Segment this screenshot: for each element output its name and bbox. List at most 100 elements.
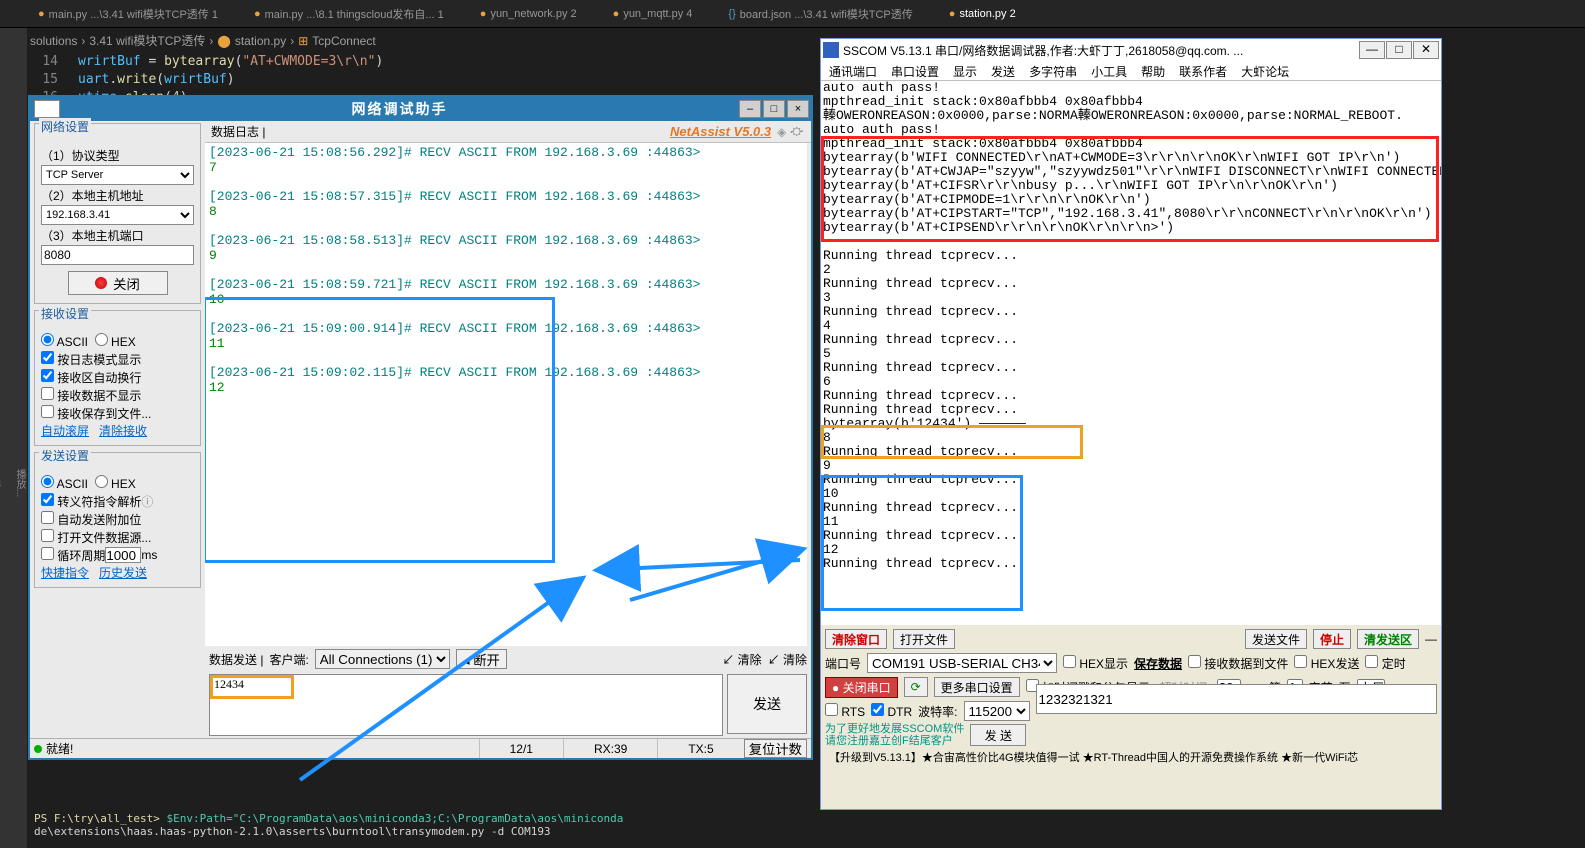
- menu-display[interactable]: 显示: [953, 63, 977, 78]
- send-textbox[interactable]: 12434: [209, 674, 723, 736]
- menu-send[interactable]: 发送: [991, 63, 1015, 78]
- baud-select[interactable]: 115200: [964, 701, 1030, 721]
- send-hex-radio[interactable]: HEX: [95, 477, 136, 491]
- menu-multistr[interactable]: 多字符串: [1029, 63, 1077, 78]
- netassist-right-panel: 数据日志 | NetAssist V5.0.3 ◈ ⛮ [2023-06-21 …: [205, 121, 811, 738]
- escape-cb[interactable]: 转义符指令解析: [41, 493, 141, 510]
- sscom-controls: 清除窗口 打开文件 发送文件 停止 清发送区 — 端口号 COM191 USB-…: [821, 625, 1441, 769]
- menu-forum[interactable]: 大虾论坛: [1241, 63, 1289, 78]
- side-num-1: 1: [0, 478, 2, 489]
- auto-scroll-link[interactable]: 自动滚屏: [41, 424, 89, 438]
- close-connection-button[interactable]: 关闭: [68, 271, 168, 295]
- sscom-window: SSCOM V5.13.1 串口/网络数据调试器,作者:大虾丁丁,2618058…: [820, 38, 1442, 810]
- vscode-activity-bar: 播放... 1 2: [0, 28, 27, 848]
- brand-link[interactable]: NetAssist V5.0.3: [670, 124, 771, 139]
- netassist-left-panel: 网络设置 （1）协议类型 TCP Server （2）本地主机地址 192.16…: [30, 121, 205, 738]
- tab-station[interactable]: ●station.py 2: [941, 4, 1024, 24]
- log-header: 数据日志 | NetAssist V5.0.3 ◈ ⛮: [205, 121, 811, 143]
- proto-label: （1）协议类型: [41, 147, 194, 164]
- menu-contact[interactable]: 联系作者: [1179, 63, 1227, 78]
- json-icon: {}: [728, 8, 735, 20]
- maximize-button[interactable]: □: [1386, 41, 1412, 59]
- host-label: （2）本地主机地址: [41, 187, 194, 204]
- terminal[interactable]: PS F:\try\all_test> $Env:Path="C:\Progra…: [30, 808, 820, 848]
- recv-save-cb[interactable]: 接收保存到文件...: [41, 405, 151, 422]
- recv-ascii-radio[interactable]: ASCII: [41, 335, 88, 349]
- cycle-cb[interactable]: 循环周期: [41, 547, 105, 564]
- send-ascii-radio[interactable]: ASCII: [41, 477, 88, 491]
- save-data-link[interactable]: 保存数据: [1134, 655, 1182, 672]
- py-icon: ●: [613, 8, 620, 20]
- recv-log-mode-cb[interactable]: 按日志模式显示: [41, 351, 141, 368]
- tab-yun-mqtt[interactable]: ●yun_mqtt.py 4: [605, 4, 701, 24]
- timed-cb[interactable]: 定时: [1365, 655, 1405, 672]
- minimize-button[interactable]: —: [1359, 41, 1385, 59]
- send-file-button[interactable]: 发送文件: [1245, 629, 1307, 649]
- send-input[interactable]: [1036, 684, 1438, 714]
- clear-send-button[interactable]: 清发送区: [1357, 629, 1419, 649]
- py-icon: ●: [254, 8, 261, 20]
- method-icon: ⊞: [298, 34, 308, 48]
- rts-cb[interactable]: RTS: [825, 703, 865, 719]
- auto-append-cb[interactable]: 自动发送附加位: [41, 511, 141, 528]
- open-file-button[interactable]: 打开文件: [893, 629, 955, 649]
- na-sys-icon[interactable]: ▦▾: [34, 100, 60, 118]
- tab-yun-network[interactable]: ●yun_network.py 2: [472, 4, 585, 24]
- sscom-log[interactable]: auto auth pass! mpthread_init stack:0x80…: [821, 81, 1441, 625]
- recv-to-file-cb[interactable]: 接收数据到文件: [1188, 655, 1288, 672]
- more-settings-button[interactable]: 更多串口设置: [934, 677, 1020, 697]
- net-settings-group: 网络设置 （1）协议类型 TCP Server （2）本地主机地址 192.16…: [34, 123, 201, 304]
- info-icon: ⓘ: [141, 493, 153, 510]
- py-icon: ●: [480, 8, 487, 20]
- hex-display-cb[interactable]: HEX显示: [1063, 655, 1128, 672]
- recv-hide-cb[interactable]: 接收数据不显示: [41, 387, 141, 404]
- close-button[interactable]: ×: [787, 100, 809, 118]
- send-button[interactable]: 发 送: [970, 724, 1026, 746]
- stop-button[interactable]: 停止: [1313, 629, 1351, 649]
- open-file-cb[interactable]: 打开文件数据源...: [41, 529, 151, 546]
- close-port-button[interactable]: ● 关闭串口: [825, 677, 898, 698]
- disconnect-button[interactable]: ◂ 断开: [456, 649, 507, 669]
- cycle-input[interactable]: [105, 547, 141, 563]
- netassist-statusbar: 就绪! 12/1 RX:39 TX:5 复位计数: [30, 738, 811, 758]
- refresh-button[interactable]: ⟳: [904, 677, 928, 697]
- sscom-titlebar[interactable]: SSCOM V5.13.1 串口/网络数据调试器,作者:大虾丁丁,2618058…: [821, 39, 1441, 61]
- reset-count-button[interactable]: 复位计数: [744, 739, 807, 758]
- sscom-app-icon: [823, 42, 839, 58]
- minimize-button[interactable]: –: [739, 100, 761, 118]
- host-select[interactable]: 192.168.3.41: [41, 205, 194, 225]
- connections-select[interactable]: All Connections (1): [315, 649, 450, 669]
- py-icon: ⬤: [217, 34, 230, 48]
- menu-tools[interactable]: 小工具: [1091, 63, 1127, 78]
- status-green-icon: [34, 745, 42, 753]
- close-button[interactable]: ✕: [1413, 41, 1439, 59]
- netassist-titlebar[interactable]: ▦▾ 网络调试助手 – □ ×: [30, 97, 811, 121]
- shortcut-link[interactable]: 快捷指令: [41, 566, 89, 580]
- expand-icon[interactable]: —: [1425, 632, 1437, 646]
- recv-wrap-cb[interactable]: 接收区自动换行: [41, 369, 141, 386]
- clear-label-2[interactable]: ↙ 清除: [768, 651, 807, 668]
- recv-hex-radio[interactable]: HEX: [95, 335, 136, 349]
- diamond-icon: ◈: [777, 125, 786, 139]
- log-area[interactable]: [2023-06-21 15:08:56.292]# RECV ASCII FR…: [205, 143, 807, 646]
- tab-board-json[interactable]: {}board.json ...\3.41 wifi模块TCP透传: [720, 2, 920, 26]
- dtr-cb[interactable]: DTR: [871, 703, 912, 719]
- menu-help[interactable]: 帮助: [1141, 63, 1165, 78]
- history-link[interactable]: 历史发送: [99, 566, 147, 580]
- hex-send-cb[interactable]: HEX发送: [1294, 655, 1359, 672]
- tab-main2[interactable]: ●main.py ...\8.1 thingscloud发布自... 1: [246, 2, 452, 26]
- clear-window-button[interactable]: 清除窗口: [825, 629, 887, 649]
- menu-port[interactable]: 通讯端口: [829, 63, 877, 78]
- send-button[interactable]: 发送: [727, 674, 807, 734]
- clear-recv-link[interactable]: 清除接收: [99, 424, 147, 438]
- port-select[interactable]: COM191 USB-SERIAL CH340: [867, 653, 1057, 673]
- upgrade-banner[interactable]: 【升级到V5.13.1】★合宙高性价比4G模块值得一试 ★RT-Thread中国…: [825, 747, 1437, 767]
- maximize-button[interactable]: □: [763, 100, 785, 118]
- menu-serial[interactable]: 串口设置: [891, 63, 939, 78]
- port-input[interactable]: [41, 245, 194, 265]
- clear-label[interactable]: ↙ 清除: [722, 651, 761, 668]
- settings-icon[interactable]: ⛮: [790, 124, 803, 139]
- tab-main1[interactable]: ●main.py ...\3.41 wifi模块TCP透传 1: [30, 2, 226, 26]
- netassist-window: ▦▾ 网络调试助手 – □ × 网络设置 （1）协议类型 TCP Server …: [28, 95, 813, 760]
- proto-select[interactable]: TCP Server: [41, 165, 194, 185]
